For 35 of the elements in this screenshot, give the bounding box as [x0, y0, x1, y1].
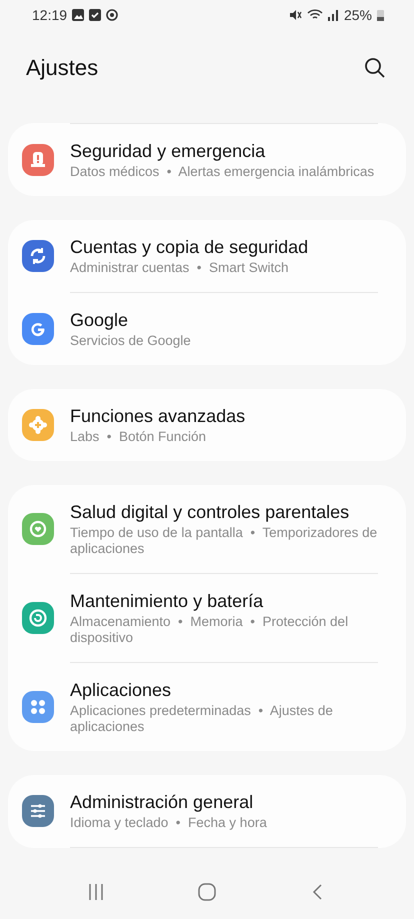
settings-item[interactable]: Salud digital y controles parentales Tiempo de uso de la pantalla • Temporizadores de aplicaciones — [8, 485, 406, 573]
battery-icon — [377, 9, 384, 21]
status-time: 12:19 — [32, 7, 68, 23]
settings-item[interactable]: Mantenimiento y batería Almacenamiento • Memoria • Protección del dispositivo — [8, 574, 406, 662]
settings-item[interactable]: Cuentas y copia de seguridad Administrar cuentas • Smart Switch — [8, 220, 406, 292]
image-icon — [72, 9, 84, 21]
item-subtitle: Almacenamiento • Memoria • Protección del dispositivo — [70, 614, 350, 646]
settings-item[interactable]: Administración general Idioma y teclado • Fecha y hora — [8, 775, 406, 847]
battery-percent: 25% — [344, 7, 372, 23]
signal-icon — [328, 9, 339, 21]
item-subtitle: Administrar cuentas • Smart Switch — [70, 260, 290, 276]
item-title: Seguridad y emergencia — [70, 140, 266, 162]
recent-apps-icon — [86, 883, 105, 901]
item-title: Cuentas y copia de seguridad — [70, 236, 308, 258]
item-title: Funciones avanzadas — [70, 405, 246, 427]
item-title: Mantenimiento y batería — [70, 590, 264, 612]
page-title: Ajustes — [26, 55, 100, 81]
item-subtitle: Labs • Botón Función — [70, 429, 208, 445]
item-title: Salud digital y controles parentales — [70, 501, 350, 523]
settings-item[interactable]: Seguridad y emergencia Datos médicos • Alertas emergencia inalámbricas — [8, 124, 406, 196]
item-title: Google — [70, 309, 130, 331]
item-title: Administración general — [70, 791, 254, 813]
home-icon — [198, 883, 216, 901]
settings-item[interactable]: Google Servicios de Google — [8, 293, 406, 365]
wifi-icon — [306, 9, 323, 21]
item-subtitle: Servicios de Google — [70, 333, 191, 349]
settings-item[interactable]: Funciones avanzadas Labs • Botón Función — [8, 389, 406, 461]
settings-item[interactable]: Aplicaciones Aplicaciones predeterminadas • Ajustes de aplicaciones — [8, 663, 406, 751]
checkbox-icon — [89, 9, 102, 21]
item-subtitle: Tiempo de uso de la pantalla • Temporizadores de aplicaciones — [70, 525, 378, 557]
item-subtitle: Datos médicos • Alertas emergencia inalámbricas — [70, 164, 374, 180]
item-subtitle: Aplicaciones predeterminadas • Ajustes de aplicaciones — [70, 703, 334, 735]
item-title: Aplicaciones — [70, 679, 172, 701]
mute-icon — [288, 9, 302, 21]
item-subtitle: Idioma y teclado • Fecha y hora — [70, 815, 267, 831]
